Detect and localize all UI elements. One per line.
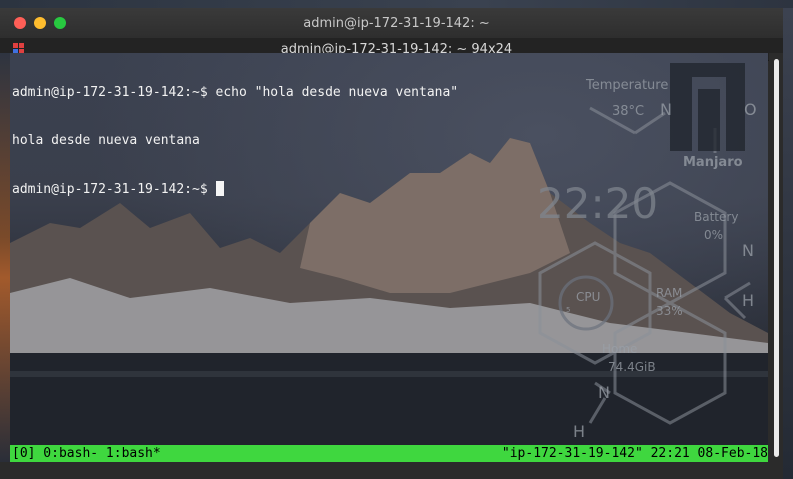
minimize-button[interactable] <box>34 17 46 29</box>
cpu-value: 5 <box>566 306 570 314</box>
close-button[interactable] <box>14 17 26 29</box>
ram-value: 33% <box>656 304 683 318</box>
terminal-line: hola desde nueva ventana <box>12 133 200 148</box>
atom-label-n3: N <box>598 383 610 402</box>
desktop-wallpaper-edge <box>0 53 10 462</box>
battery-value: 0% <box>704 228 723 242</box>
terminal-viewport[interactable]: Temperature 38°C 22:20 Manjaro Battery 0… <box>10 53 768 462</box>
window-title: admin@ip-172-31-19-142: ~ <box>303 15 490 31</box>
cpu-label: CPU <box>576 290 600 304</box>
text-cursor <box>215 181 224 196</box>
terminal-prompt: admin@ip-172-31-19-142:~$ <box>12 182 216 197</box>
window-controls <box>14 17 66 29</box>
atom-label-h1: H <box>742 291 754 310</box>
window-titlebar[interactable]: admin@ip-172-31-19-142: ~ <box>0 8 793 38</box>
tmux-status-right: "ip-172-31-19-142" 22:21 08-Feb-18 <box>501 446 768 461</box>
terminal-scrollbar[interactable] <box>769 53 783 462</box>
terminal-line: admin@ip-172-31-19-142:~$ echo "hola des… <box>12 85 459 100</box>
tmux-status-bar: [0] 0:bash- 1:bash* "ip-172-31-19-142" 2… <box>10 445 768 462</box>
desktop-background-right <box>783 8 793 479</box>
desktop-background <box>0 0 793 8</box>
ram-label: RAM <box>656 286 682 300</box>
atom-label-n2: N <box>742 241 754 260</box>
tmux-window-list[interactable]: [0] 0:bash- 1:bash* <box>12 445 161 462</box>
scrollbar-thumb[interactable] <box>774 59 779 457</box>
home-label: Home <box>602 342 637 356</box>
home-value: 74.4GiB <box>608 360 656 374</box>
terminal-prompt-line[interactable]: admin@ip-172-31-19-142:~$ <box>12 181 768 197</box>
terminal-output: admin@ip-172-31-19-142:~$ echo "hola des… <box>12 53 768 229</box>
atom-label-h2: H <box>573 422 585 441</box>
zoom-button[interactable] <box>54 17 66 29</box>
